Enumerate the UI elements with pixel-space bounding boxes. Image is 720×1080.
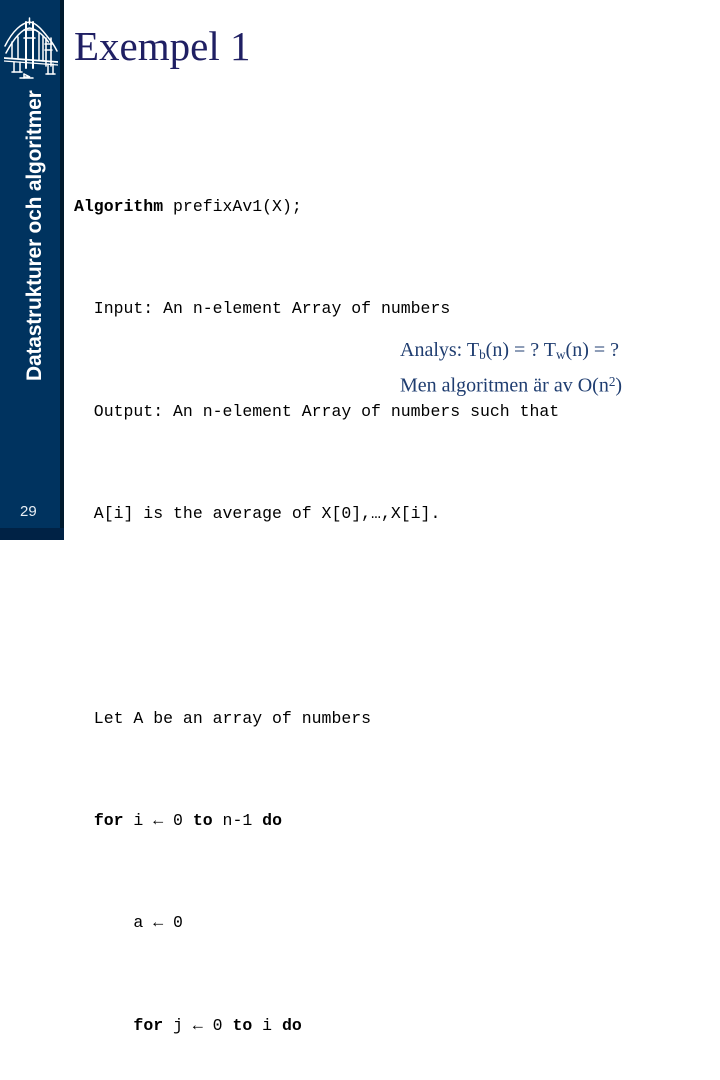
analysis-bigo-prefix: Men algoritmen är av O(n	[400, 374, 609, 397]
analysis-suffix: (n) = ?	[565, 339, 620, 361]
bridge-logo	[4, 16, 58, 84]
course-title: Datastrukturer och algoritmer	[23, 90, 46, 381]
code-indent-for-i	[74, 811, 94, 830]
code-keyword-algorithm: Algorithm	[74, 196, 164, 216]
code-line-output: Output: An n-element Array of numbers su…	[74, 401, 560, 421]
code-line-output-cont: A[i] is the average of X[0],…,X[i].	[74, 503, 441, 523]
analysis-prefix: Analys: T	[400, 339, 480, 361]
code-signature: prefixAv1(X);	[163, 196, 302, 216]
analysis-line-bigo: Men algoritmen är av O(n2)	[400, 368, 690, 400]
code-keyword-do-1: do	[262, 811, 282, 831]
sidebar-edge-divider	[60, 0, 64, 540]
code-keyword-to-1: to	[192, 811, 213, 831]
analysis-middle: (n) = ? T	[485, 339, 557, 361]
pseudocode-block: Algorithm prefixAv1(X); Input: An n-elem…	[74, 117, 694, 1080]
code-line-input: Input: An n-element Array of numbers	[74, 299, 451, 319]
page-number: 29	[20, 503, 37, 520]
slide: Datastrukturer och algoritmer 29 Exempel…	[0, 0, 720, 1035]
analysis-subscript-best: b	[479, 346, 486, 362]
analysis-subscript-worst: w	[556, 346, 566, 362]
code-for-i-init: i ← 0	[123, 811, 193, 831]
code-indent-for-j	[74, 1016, 133, 1035]
sidebar-bottom-shadow	[0, 528, 64, 540]
analysis-line-complexity: Analys: Tb(n) = ? Tw(n) = ?	[400, 337, 690, 368]
analysis-bigo-suffix: )	[615, 374, 623, 397]
analysis-text: Analys: Tb(n) = ? Tw(n) = ? Men algoritm…	[400, 337, 690, 399]
code-for-j-limit: i	[252, 1015, 282, 1035]
code-keyword-for-2: for	[133, 1015, 164, 1035]
code-keyword-to-2: to	[232, 1015, 253, 1035]
code-line-algorithm: Algorithm prefixAv1(X);	[74, 194, 694, 220]
page-title: Exempel 1	[74, 23, 251, 69]
code-line-a-assign-zero: a ← 0	[74, 913, 183, 933]
code-line-let-a: Let A be an array of numbers	[74, 708, 372, 728]
code-for-i-limit: n-1	[212, 811, 263, 831]
code-line-blank-1	[74, 603, 694, 629]
code-line-for-i: for i ← 0 to n-1 do	[74, 808, 694, 834]
code-keyword-for-1: for	[93, 811, 124, 831]
code-keyword-do-2: do	[281, 1015, 302, 1035]
code-line-for-j: for j ← 0 to i do	[74, 1013, 694, 1039]
code-for-j-init: j ← 0	[163, 1015, 233, 1035]
